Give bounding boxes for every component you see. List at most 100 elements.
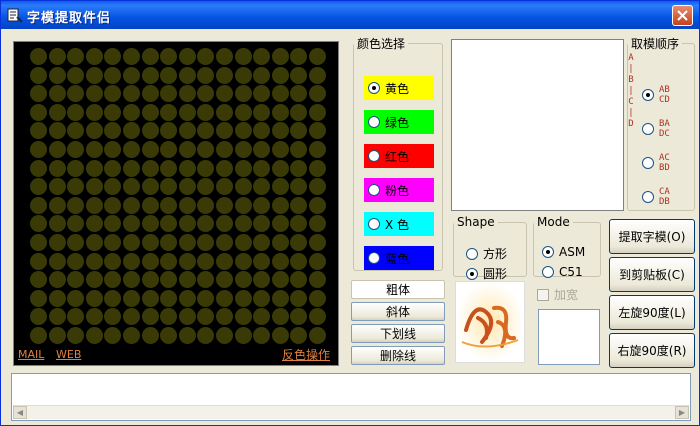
matrix-dot[interactable] bbox=[234, 327, 252, 344]
matrix-dot[interactable] bbox=[178, 122, 196, 140]
matrix-dot[interactable] bbox=[104, 234, 122, 251]
matrix-dot[interactable] bbox=[216, 196, 233, 214]
matrix-dot[interactable] bbox=[48, 234, 66, 251]
matrix-dot[interactable] bbox=[178, 103, 196, 121]
matrix-dot[interactable] bbox=[30, 85, 47, 103]
matrix-dot[interactable] bbox=[271, 141, 289, 158]
matrix-dot[interactable] bbox=[271, 159, 289, 177]
matrix-dot[interactable] bbox=[85, 271, 103, 289]
strikethrough-button[interactable]: 删除线 bbox=[351, 346, 445, 365]
matrix-dot[interactable] bbox=[309, 196, 326, 214]
matrix-dot[interactable] bbox=[85, 178, 103, 196]
matrix-dot[interactable] bbox=[48, 103, 66, 121]
matrix-dot[interactable] bbox=[309, 252, 326, 270]
matrix-dot[interactable] bbox=[216, 327, 233, 344]
matrix-dot[interactable] bbox=[309, 308, 326, 326]
matrix-dot[interactable] bbox=[160, 234, 178, 251]
horizontal-scrollbar[interactable]: ◀ ▶ bbox=[13, 405, 689, 419]
matrix-dot[interactable] bbox=[123, 234, 140, 251]
color-option[interactable]: 绿色 bbox=[364, 110, 434, 134]
matrix-dot[interactable] bbox=[253, 327, 271, 344]
matrix-dot[interactable] bbox=[85, 48, 103, 65]
widen-checkbox[interactable]: 加宽 bbox=[537, 286, 578, 303]
matrix-dot[interactable] bbox=[216, 215, 233, 233]
matrix-dot[interactable] bbox=[309, 159, 326, 177]
matrix-dot[interactable] bbox=[309, 141, 326, 158]
matrix-dot[interactable] bbox=[253, 271, 271, 289]
matrix-dot[interactable] bbox=[48, 327, 66, 344]
matrix-dot[interactable] bbox=[309, 48, 326, 65]
matrix-dot[interactable] bbox=[178, 215, 196, 233]
matrix-dot[interactable] bbox=[160, 159, 178, 177]
matrix-dot[interactable] bbox=[290, 122, 308, 140]
matrix-dot[interactable] bbox=[141, 48, 159, 65]
matrix-dot[interactable] bbox=[290, 196, 308, 214]
matrix-dot[interactable] bbox=[123, 122, 140, 140]
matrix-dot[interactable] bbox=[234, 308, 252, 326]
matrix-dot[interactable] bbox=[160, 308, 178, 326]
matrix-dot[interactable] bbox=[85, 122, 103, 140]
matrix-dot[interactable] bbox=[104, 196, 122, 214]
matrix-dot[interactable] bbox=[48, 215, 66, 233]
matrix-dot[interactable] bbox=[48, 178, 66, 196]
matrix-dot[interactable] bbox=[123, 178, 140, 196]
matrix-dot[interactable] bbox=[48, 308, 66, 326]
matrix-dot[interactable] bbox=[271, 234, 289, 251]
matrix-dot[interactable] bbox=[160, 271, 178, 289]
radio-button[interactable] bbox=[466, 267, 478, 280]
shape-option[interactable]: 方形 bbox=[462, 245, 507, 262]
matrix-dot[interactable] bbox=[290, 159, 308, 177]
matrix-dot[interactable] bbox=[216, 159, 233, 177]
matrix-dot[interactable] bbox=[48, 122, 66, 140]
matrix-dot[interactable] bbox=[197, 178, 215, 196]
rotate-right-button[interactable]: 右旋90度(R) bbox=[609, 333, 695, 368]
matrix-dot[interactable] bbox=[141, 308, 159, 326]
output-textarea[interactable]: ◀ ▶ bbox=[11, 373, 691, 421]
matrix-dot[interactable] bbox=[123, 103, 140, 121]
matrix-dot[interactable] bbox=[290, 327, 308, 344]
matrix-dot[interactable] bbox=[85, 196, 103, 214]
matrix-dot[interactable] bbox=[30, 196, 47, 214]
matrix-dot[interactable] bbox=[271, 178, 289, 196]
matrix-dot[interactable] bbox=[30, 141, 47, 158]
matrix-dot[interactable] bbox=[253, 103, 271, 121]
mode-option[interactable]: ASM bbox=[538, 245, 585, 259]
matrix-dot[interactable] bbox=[271, 252, 289, 270]
matrix-dot[interactable] bbox=[290, 289, 308, 307]
matrix-dot[interactable] bbox=[85, 234, 103, 251]
matrix-dot[interactable] bbox=[234, 122, 252, 140]
matrix-dot[interactable] bbox=[290, 178, 308, 196]
matrix-dot[interactable] bbox=[253, 308, 271, 326]
matrix-dot[interactable] bbox=[216, 308, 233, 326]
matrix-dot[interactable] bbox=[67, 141, 85, 158]
matrix-dot[interactable] bbox=[30, 48, 47, 65]
matrix-dot[interactable] bbox=[104, 141, 122, 158]
matrix-dot[interactable] bbox=[197, 196, 215, 214]
matrix-dot[interactable] bbox=[160, 85, 178, 103]
matrix-dot[interactable] bbox=[253, 234, 271, 251]
matrix-dot[interactable] bbox=[85, 289, 103, 307]
matrix-dot[interactable] bbox=[85, 159, 103, 177]
matrix-dot[interactable] bbox=[160, 215, 178, 233]
matrix-dot[interactable] bbox=[309, 234, 326, 251]
matrix-dot[interactable] bbox=[104, 308, 122, 326]
matrix-dot[interactable] bbox=[253, 66, 271, 84]
matrix-dot[interactable] bbox=[160, 66, 178, 84]
matrix-dot[interactable] bbox=[216, 122, 233, 140]
radio-button[interactable] bbox=[368, 184, 380, 196]
matrix-dot[interactable] bbox=[123, 215, 140, 233]
matrix-dot[interactable] bbox=[197, 271, 215, 289]
matrix-dot[interactable] bbox=[30, 289, 47, 307]
matrix-dot[interactable] bbox=[290, 103, 308, 121]
matrix-dot[interactable] bbox=[178, 159, 196, 177]
matrix-dot[interactable] bbox=[253, 85, 271, 103]
matrix-dot[interactable] bbox=[271, 66, 289, 84]
matrix-dot[interactable] bbox=[253, 196, 271, 214]
matrix-dot[interactable] bbox=[160, 141, 178, 158]
matrix-dot[interactable] bbox=[290, 252, 308, 270]
matrix-dot[interactable] bbox=[160, 289, 178, 307]
web-link[interactable]: WEB bbox=[56, 348, 81, 361]
matrix-dot[interactable] bbox=[197, 122, 215, 140]
matrix-dot[interactable] bbox=[85, 327, 103, 344]
matrix-dot[interactable] bbox=[253, 48, 271, 65]
